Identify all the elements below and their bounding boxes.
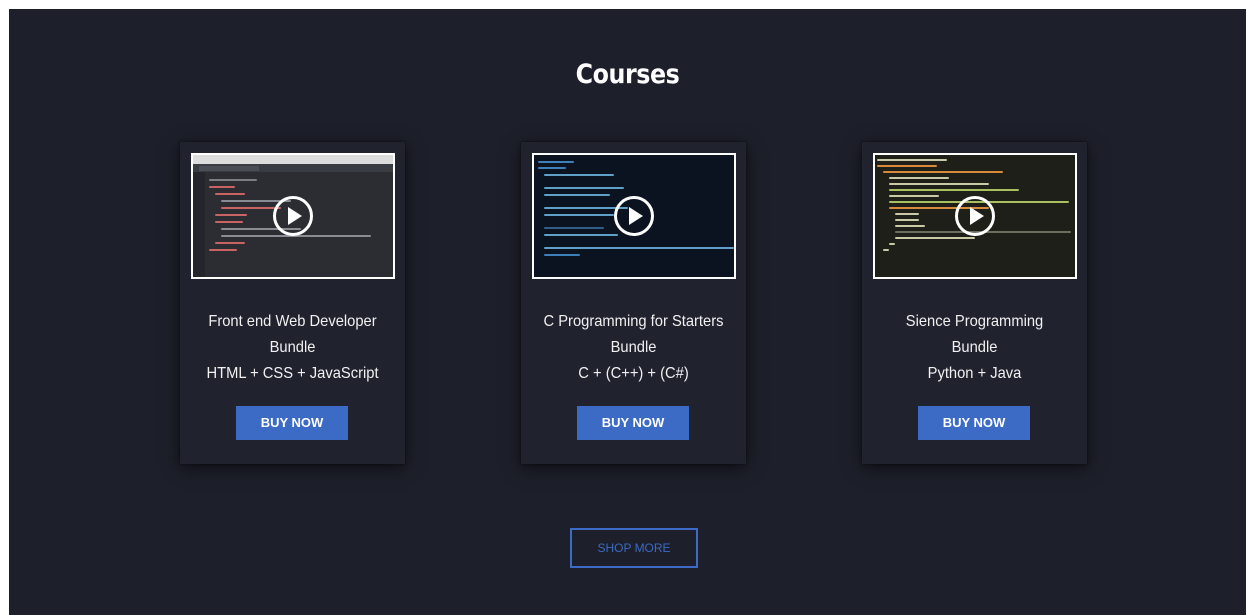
course-video-thumbnail[interactable]: [873, 153, 1077, 279]
course-type: Bundle: [269, 339, 316, 356]
course-card-c-programming: C Programming for Starters Bundle C + (C…: [521, 142, 746, 464]
course-type: Bundle: [951, 339, 998, 356]
play-icon[interactable]: [614, 196, 654, 236]
course-languages: HTML + CSS + JavaScript: [206, 365, 379, 382]
course-languages: C + (C++) + (C#): [578, 365, 689, 382]
play-icon[interactable]: [955, 196, 995, 236]
course-video-thumbnail[interactable]: [191, 153, 395, 279]
courses-section: Courses Front end Web Developer Bundle H…: [9, 9, 1246, 615]
course-card-science-programming: Sience Programming Bundle Python + Java …: [862, 142, 1087, 464]
course-type: Bundle: [610, 339, 657, 356]
course-card-web-developer: Front end Web Developer Bundle HTML + CS…: [180, 142, 405, 464]
play-icon[interactable]: [273, 196, 313, 236]
course-video-thumbnail[interactable]: [532, 153, 736, 279]
course-name: C Programming for Starters: [543, 313, 724, 330]
course-languages: Python + Java: [927, 365, 1022, 382]
course-name: Front end Web Developer: [208, 313, 377, 330]
section-title: Courses: [575, 59, 680, 90]
buy-now-button[interactable]: BUY NOW: [918, 406, 1030, 440]
buy-now-button[interactable]: BUY NOW: [577, 406, 689, 440]
course-title: C Programming for Starters Bundle C + (C…: [530, 309, 737, 387]
course-title: Front end Web Developer Bundle HTML + CS…: [189, 309, 396, 387]
course-name: Sience Programming: [905, 313, 1044, 330]
course-title: Sience Programming Bundle Python + Java: [871, 309, 1078, 387]
shop-more-button[interactable]: SHOP MORE: [570, 528, 698, 568]
buy-now-button[interactable]: BUY NOW: [236, 406, 348, 440]
